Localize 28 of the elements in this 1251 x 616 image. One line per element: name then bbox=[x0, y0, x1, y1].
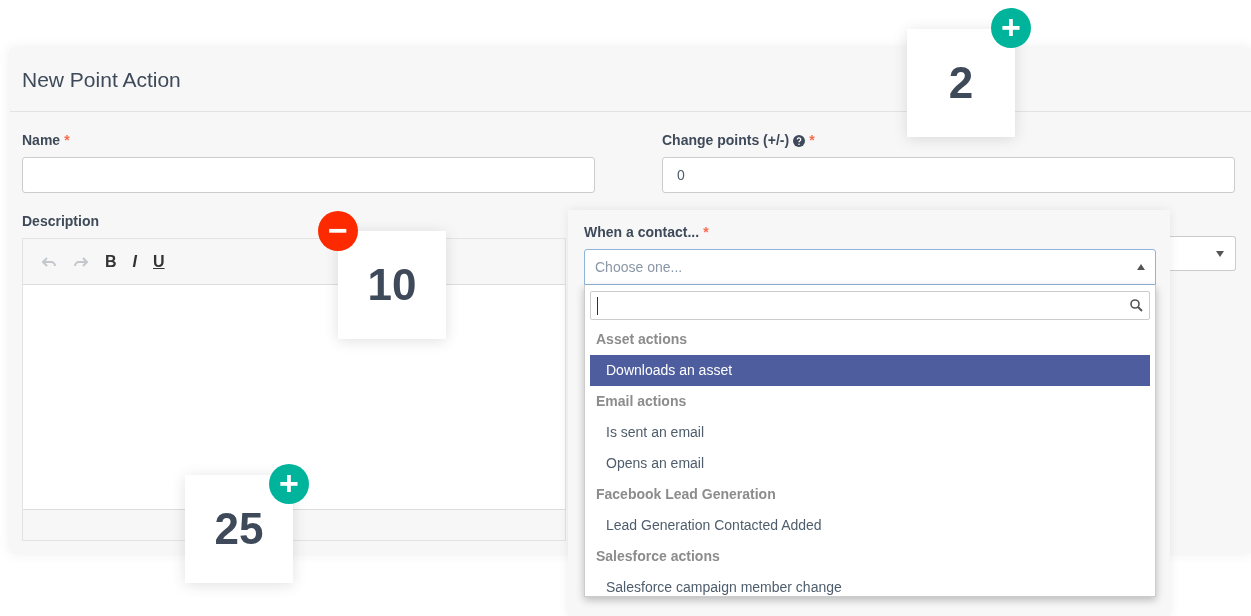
text-cursor bbox=[597, 296, 598, 315]
search-field[interactable] bbox=[590, 291, 1150, 320]
field-label-text: Description bbox=[22, 212, 99, 231]
field-label-text: Change points (+/-) bbox=[662, 131, 790, 150]
dropdown-option[interactable]: Opens an email bbox=[590, 448, 1150, 479]
text-input[interactable]: 0 bbox=[662, 157, 1235, 193]
required-mark: * bbox=[703, 223, 709, 242]
help-icon[interactable] bbox=[793, 134, 806, 147]
select-placeholder: Choose one... bbox=[595, 257, 683, 277]
dropdown-option[interactable]: Is sent an email bbox=[590, 417, 1150, 448]
underline-button[interactable]: U bbox=[151, 253, 167, 270]
italic-button[interactable]: I bbox=[130, 253, 139, 270]
group-heading: Facebook Lead Generation bbox=[595, 485, 777, 504]
bold-button[interactable]: B bbox=[103, 253, 119, 270]
caret-icon bbox=[1216, 251, 1224, 257]
required-mark: * bbox=[809, 131, 815, 150]
required-mark: * bbox=[64, 131, 70, 150]
search-icon bbox=[1130, 299, 1143, 312]
panel-title: New Point Action bbox=[22, 66, 181, 93]
field-label-text: When a contact... bbox=[584, 223, 700, 242]
dropdown-option[interactable]: Lead Generation Contacted Added bbox=[590, 510, 1150, 541]
dropdown-option[interactable]: Downloads an asset bbox=[590, 355, 1150, 386]
group-heading: Asset actions bbox=[595, 330, 689, 349]
text-input[interactable] bbox=[22, 157, 595, 193]
group-heading: Email actions bbox=[595, 392, 688, 411]
group-heading: Salesforce actions bbox=[595, 547, 721, 566]
dropdown-option[interactable]: Salesforce campaign member change bbox=[590, 572, 1150, 596]
field-label-text: Name bbox=[22, 131, 61, 150]
